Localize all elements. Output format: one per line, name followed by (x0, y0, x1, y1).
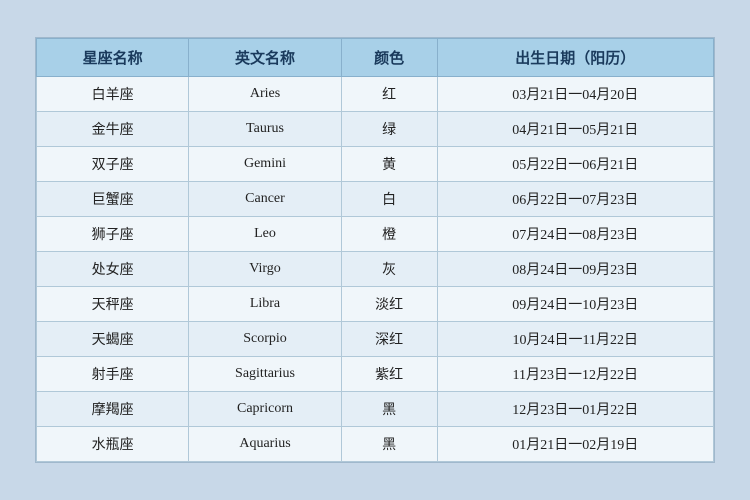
table-row: 双子座Gemini黄05月22日一06月21日 (37, 147, 714, 182)
cell-english-name: Aries (189, 77, 341, 112)
cell-english-name: Leo (189, 217, 341, 252)
zodiac-table: 星座名称 英文名称 颜色 出生日期（阳历） 白羊座Aries红03月21日一04… (36, 38, 714, 462)
cell-chinese-name: 射手座 (37, 357, 189, 392)
cell-color: 红 (341, 77, 437, 112)
cell-color: 橙 (341, 217, 437, 252)
cell-english-name: Scorpio (189, 322, 341, 357)
cell-dates: 09月24日一10月23日 (437, 287, 713, 322)
cell-english-name: Gemini (189, 147, 341, 182)
header-dates: 出生日期（阳历） (437, 39, 713, 77)
cell-dates: 03月21日一04月20日 (437, 77, 713, 112)
cell-color: 黄 (341, 147, 437, 182)
cell-color: 白 (341, 182, 437, 217)
cell-color: 绿 (341, 112, 437, 147)
cell-dates: 01月21日一02月19日 (437, 427, 713, 462)
cell-dates: 04月21日一05月21日 (437, 112, 713, 147)
cell-english-name: Cancer (189, 182, 341, 217)
table-row: 水瓶座Aquarius黑01月21日一02月19日 (37, 427, 714, 462)
cell-english-name: Taurus (189, 112, 341, 147)
cell-dates: 12月23日一01月22日 (437, 392, 713, 427)
cell-color: 淡红 (341, 287, 437, 322)
cell-chinese-name: 天秤座 (37, 287, 189, 322)
cell-dates: 07月24日一08月23日 (437, 217, 713, 252)
cell-english-name: Sagittarius (189, 357, 341, 392)
cell-english-name: Virgo (189, 252, 341, 287)
cell-dates: 10月24日一11月22日 (437, 322, 713, 357)
cell-english-name: Capricorn (189, 392, 341, 427)
table-body: 白羊座Aries红03月21日一04月20日金牛座Taurus绿04月21日一0… (37, 77, 714, 462)
cell-dates: 06月22日一07月23日 (437, 182, 713, 217)
table-row: 狮子座Leo橙07月24日一08月23日 (37, 217, 714, 252)
cell-chinese-name: 摩羯座 (37, 392, 189, 427)
cell-color: 灰 (341, 252, 437, 287)
table-row: 天蝎座Scorpio深红10月24日一11月22日 (37, 322, 714, 357)
table-row: 金牛座Taurus绿04月21日一05月21日 (37, 112, 714, 147)
table-row: 摩羯座Capricorn黑12月23日一01月22日 (37, 392, 714, 427)
cell-chinese-name: 狮子座 (37, 217, 189, 252)
table-row: 天秤座Libra淡红09月24日一10月23日 (37, 287, 714, 322)
table-row: 白羊座Aries红03月21日一04月20日 (37, 77, 714, 112)
cell-dates: 08月24日一09月23日 (437, 252, 713, 287)
table-row: 射手座Sagittarius紫红11月23日一12月22日 (37, 357, 714, 392)
cell-dates: 11月23日一12月22日 (437, 357, 713, 392)
cell-english-name: Libra (189, 287, 341, 322)
table-row: 处女座Virgo灰08月24日一09月23日 (37, 252, 714, 287)
cell-color: 紫红 (341, 357, 437, 392)
table-header-row: 星座名称 英文名称 颜色 出生日期（阳历） (37, 39, 714, 77)
cell-chinese-name: 巨蟹座 (37, 182, 189, 217)
header-chinese-name: 星座名称 (37, 39, 189, 77)
header-color: 颜色 (341, 39, 437, 77)
cell-chinese-name: 金牛座 (37, 112, 189, 147)
cell-chinese-name: 处女座 (37, 252, 189, 287)
cell-dates: 05月22日一06月21日 (437, 147, 713, 182)
cell-chinese-name: 白羊座 (37, 77, 189, 112)
zodiac-table-container: 星座名称 英文名称 颜色 出生日期（阳历） 白羊座Aries红03月21日一04… (35, 37, 715, 463)
cell-color: 黑 (341, 392, 437, 427)
cell-color: 黑 (341, 427, 437, 462)
header-english-name: 英文名称 (189, 39, 341, 77)
cell-chinese-name: 水瓶座 (37, 427, 189, 462)
cell-chinese-name: 双子座 (37, 147, 189, 182)
cell-color: 深红 (341, 322, 437, 357)
cell-chinese-name: 天蝎座 (37, 322, 189, 357)
table-row: 巨蟹座Cancer白06月22日一07月23日 (37, 182, 714, 217)
cell-english-name: Aquarius (189, 427, 341, 462)
